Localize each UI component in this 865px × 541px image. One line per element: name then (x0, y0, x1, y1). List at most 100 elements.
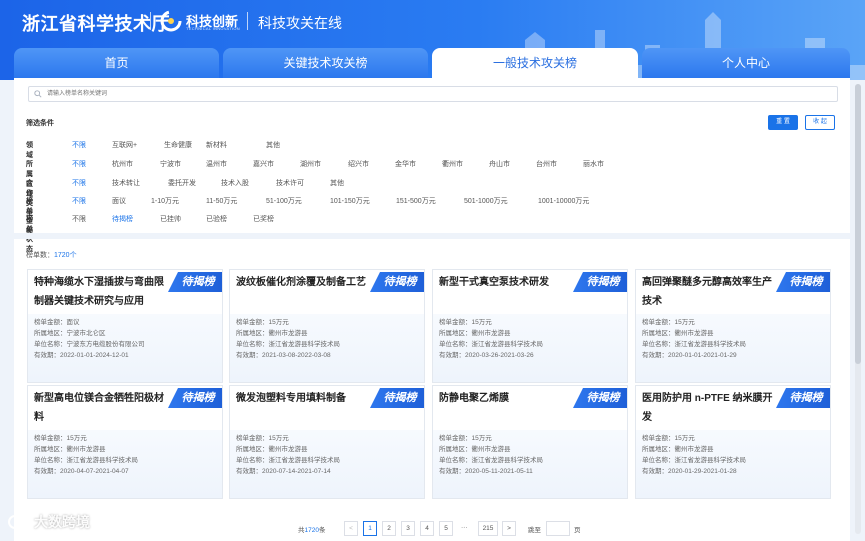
page-button-last[interactable]: 215 (478, 521, 498, 536)
filter-option[interactable]: 不限 (72, 140, 86, 150)
challenge-card[interactable]: 特种海缆水下湿插拔与弯曲限制器关键技术研究与应用 待揭榜 榜单金额：面议 所属地区：宁… (27, 269, 223, 383)
challenge-card[interactable]: 医用防护用 n-PTFE 纳米膜开发 待揭榜 榜单金额：15万元 所属地区：衢州市龙游… (635, 385, 831, 499)
card-amount: 榜单金额：15万元 (642, 435, 695, 442)
card-title[interactable]: 微发泡塑料专用填料制备 (236, 389, 368, 408)
filter-option[interactable]: 151-500万元 (396, 196, 436, 206)
page-button-5[interactable]: 5 (439, 521, 453, 536)
filter-option[interactable]: 衢州市 (442, 159, 463, 169)
reset-button[interactable]: 重 置 (768, 115, 798, 130)
filter-option[interactable]: 委托开发 (168, 178, 196, 188)
status-badge: 待揭榜 (776, 272, 830, 292)
filter-option[interactable]: 新材料 (206, 140, 227, 150)
filter-option[interactable]: 宁波市 (160, 159, 181, 169)
main-tabs: 首页 关键技术攻关榜 一般技术攻关榜 个人中心 (14, 48, 850, 78)
watermark-text: 大数跨境 (34, 514, 90, 530)
filter-option[interactable]: 501-1000万元 (464, 196, 508, 206)
card-region: 所属地区：衢州市龙游县 (236, 330, 308, 337)
card-meta: 榜单金额：15万元 所属地区：衢州市龙游县 单位名称：浙江省龙游县科学技术局 有效期：… (28, 430, 222, 498)
filter-option[interactable]: 技术许可 (276, 178, 304, 188)
next-page-button[interactable]: > (502, 521, 516, 536)
filter-option[interactable]: 技术入股 (221, 178, 249, 188)
filter-option[interactable]: 不限 (72, 159, 86, 169)
filter-option[interactable]: 1001-10000万元 (538, 196, 589, 206)
card-amount: 榜单金额：15万元 (236, 435, 289, 442)
tab-home[interactable]: 首页 (14, 48, 219, 78)
card-title[interactable]: 特种海缆水下湿插拔与弯曲限制器关键技术研究与应用 (34, 273, 166, 311)
page-button-3[interactable]: 3 (401, 521, 415, 536)
filter-option[interactable]: 不限 (72, 196, 86, 206)
filter-option[interactable]: 51-100万元 (266, 196, 302, 206)
card-region: 所属地区：衢州市龙游县 (642, 446, 714, 453)
challenge-card[interactable]: 新型高电位镁合金牺牲阳极材料 待揭榜 榜单金额：15万元 所属地区：衢州市龙游县 单位名… (27, 385, 223, 499)
pagination-ellipsis[interactable]: ··· (461, 524, 468, 531)
card-title[interactable]: 高回弹聚醚多元醇高效率生产技术 (642, 273, 774, 311)
filter-option[interactable]: 舟山市 (489, 159, 510, 169)
status-badge: 待揭榜 (573, 388, 627, 408)
filter-option[interactable]: 11-50万元 (206, 196, 237, 206)
filter-option[interactable]: 丽水市 (583, 159, 604, 169)
filter-label: 领域 (26, 142, 33, 159)
card-amount: 榜单金额：15万元 (642, 319, 695, 326)
filter-option[interactable]: 温州市 (206, 159, 227, 169)
challenge-card[interactable]: 波纹板催化剂涂覆及制备工艺 待揭榜 榜单金额：15万元 所属地区：衢州市龙游县 单位名称… (229, 269, 425, 383)
challenge-card[interactable]: 防静电聚乙烯膜 待揭榜 榜单金额：15万元 所属地区：衢州市龙游县 单位名称：浙江省龙游… (432, 385, 628, 499)
search-input[interactable] (47, 87, 827, 101)
card-region: 所属地区：衢州市龙游县 (439, 446, 511, 453)
filter-option[interactable]: 不限 (72, 214, 86, 224)
filter-option[interactable]: 已验榜 (206, 214, 227, 224)
tab-general-tech[interactable]: 一般技术攻关榜 (432, 48, 638, 78)
card-title[interactable]: 新型高电位镁合金牺牲阳极材料 (34, 389, 166, 427)
filter-option[interactable]: 互联网+ (112, 140, 137, 150)
filter-option[interactable]: 杭州市 (112, 159, 133, 169)
filter-option[interactable]: 面议 (112, 196, 126, 206)
tab-key-tech[interactable]: 关键技术攻关榜 (223, 48, 428, 78)
watermark-logo-icon (8, 515, 30, 529)
filter-option[interactable]: 已挂帅 (160, 214, 181, 224)
filter-option[interactable]: 台州市 (536, 159, 557, 169)
logo-subtext: TECHNICAL INNOVATION (186, 26, 240, 31)
filter-option[interactable]: 其他 (266, 140, 280, 150)
card-unit: 单位名称：浙江省龙游县科学技术局 (642, 341, 746, 348)
filter-option[interactable]: 生命健康 (164, 140, 192, 150)
prev-page-button[interactable]: < (344, 521, 358, 536)
filter-option[interactable]: 金华市 (395, 159, 416, 169)
page-suffix: 页 (574, 527, 581, 534)
filter-option[interactable]: 湖州市 (300, 159, 321, 169)
challenge-card[interactable]: 高回弹聚醚多元醇高效率生产技术 待揭榜 榜单金额：15万元 所属地区：衢州市龙游县 单位… (635, 269, 831, 383)
filter-option[interactable]: 1-10万元 (151, 196, 179, 206)
result-count-value: 1720个 (54, 252, 77, 259)
search-box[interactable] (28, 86, 838, 102)
card-amount: 榜单金额：面议 (34, 319, 80, 326)
filter-option[interactable]: 待揭榜 (112, 214, 133, 224)
card-meta: 榜单金额：15万元 所属地区：衢州市龙游县 单位名称：浙江省龙游县科学技术局 有效期：… (230, 314, 424, 382)
filter-option[interactable]: 不限 (72, 178, 86, 188)
filter-option[interactable]: 101-150万元 (330, 196, 370, 206)
page-button-1[interactable]: 1 (363, 521, 377, 536)
card-valid: 有效期：2020-07-14-2021-07-14 (236, 468, 331, 475)
card-title[interactable]: 新型干式真空泵技术研发 (439, 273, 571, 292)
filter-option[interactable]: 其他 (330, 178, 344, 188)
card-region: 所属地区：衢州市龙游县 (236, 446, 308, 453)
filter-option[interactable]: 绍兴市 (348, 159, 369, 169)
card-valid: 有效期：2020-04-07-2021-04-07 (34, 468, 129, 475)
filter-option[interactable]: 嘉兴市 (253, 159, 274, 169)
scrollbar-thumb[interactable] (855, 84, 861, 364)
card-title[interactable]: 医用防护用 n-PTFE 纳米膜开发 (642, 389, 774, 427)
tab-personal-center[interactable]: 个人中心 (642, 48, 850, 78)
card-title[interactable]: 防静电聚乙烯膜 (439, 389, 571, 408)
page-button-2[interactable]: 2 (382, 521, 396, 536)
card-meta: 榜单金额：15万元 所属地区：衢州市龙游县 单位名称：浙江省龙游县科学技术局 有效期：… (636, 430, 830, 498)
collapse-button[interactable]: 收 起 (805, 115, 835, 130)
scrollbar[interactable] (855, 84, 861, 534)
innovation-logo-icon (160, 10, 182, 32)
card-title[interactable]: 波纹板催化剂涂覆及制备工艺 (236, 273, 368, 292)
status-badge: 待揭榜 (573, 272, 627, 292)
pagination-total-suffix: 条 (318, 527, 326, 534)
challenge-card[interactable]: 微发泡塑料专用填料制备 待揭榜 榜单金额：15万元 所属地区：衢州市龙游县 单位名称：浙… (229, 385, 425, 499)
page-button-4[interactable]: 4 (420, 521, 434, 536)
site-brand[interactable]: 浙江省科学技术厅 (22, 10, 170, 36)
filter-option[interactable]: 技术转让 (112, 178, 140, 188)
filter-option[interactable]: 已奖榜 (253, 214, 274, 224)
jump-page-input[interactable] (546, 521, 570, 536)
challenge-card[interactable]: 新型干式真空泵技术研发 待揭榜 榜单金额：15万元 所属地区：衢州市龙游县 单位名称：浙… (432, 269, 628, 383)
